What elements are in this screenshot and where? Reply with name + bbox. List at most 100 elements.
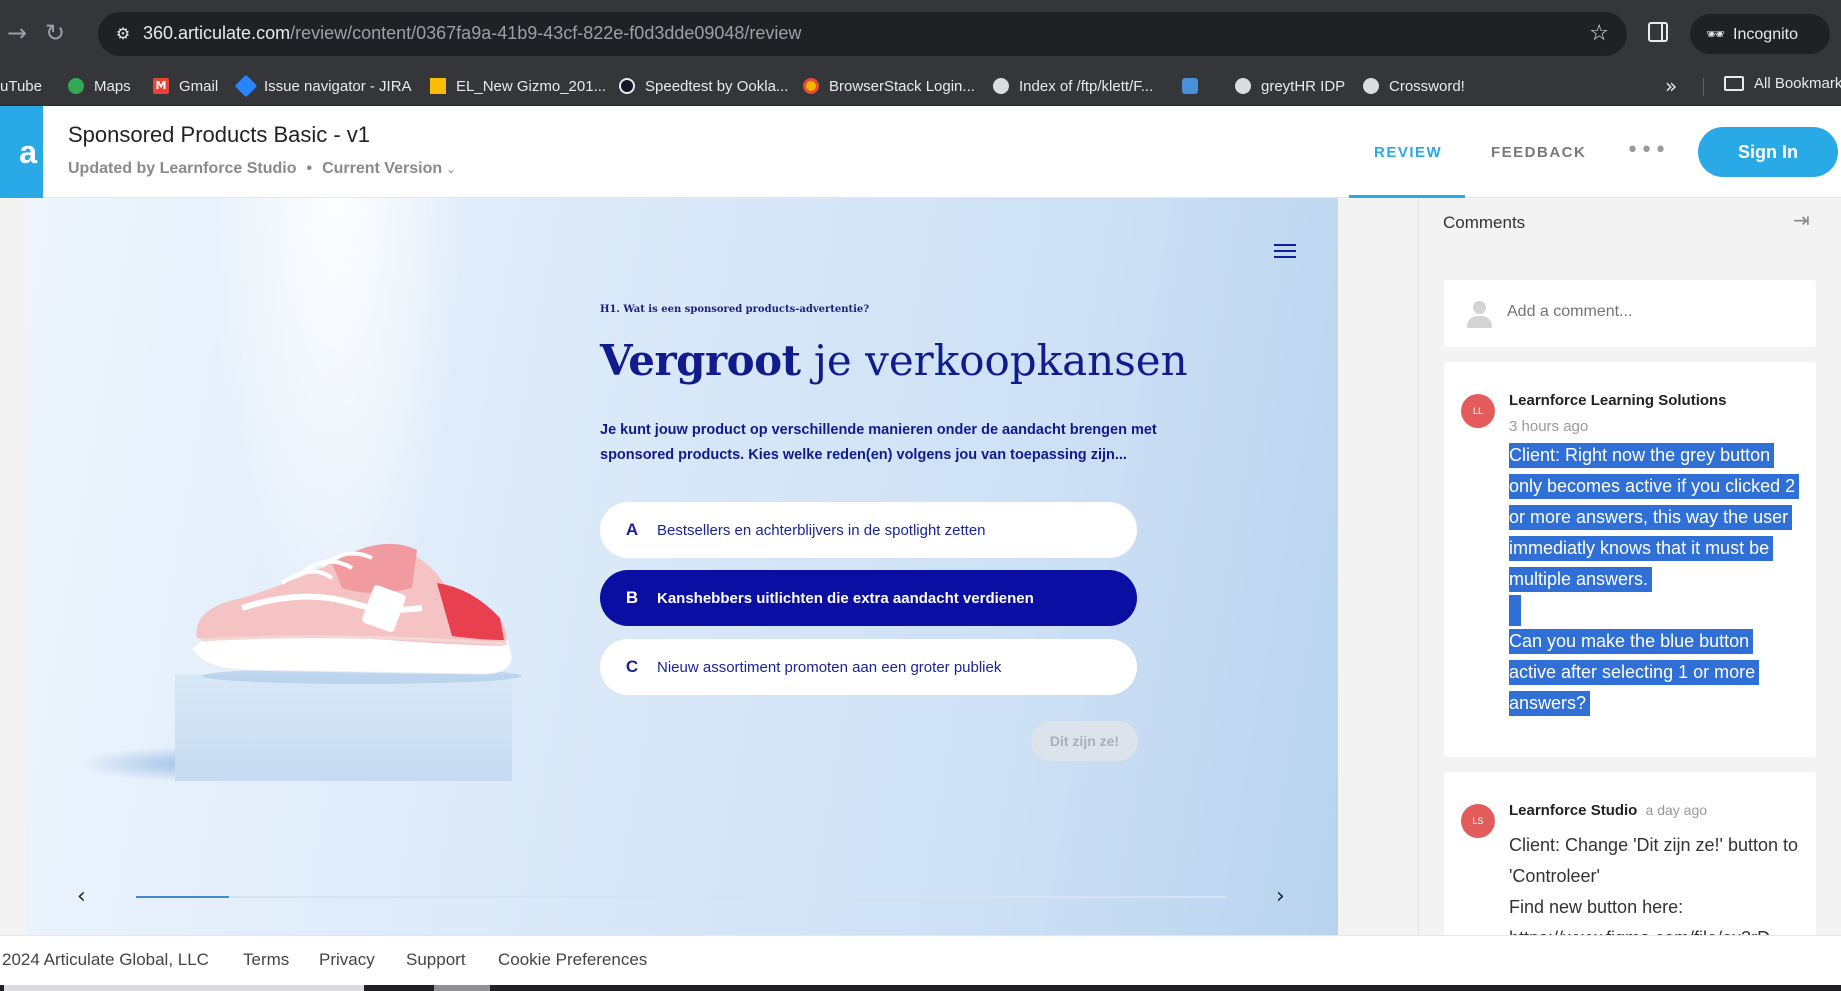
comment-author: Learnforce Learning Solutions — [1509, 392, 1727, 409]
cookie-preferences-link[interactable]: Cookie Preferences — [498, 950, 647, 970]
app-header: a Sponsored Products Basic - v1 Updated … — [0, 106, 1841, 198]
title-bold: Vergroot — [600, 336, 801, 385]
pedestal-box — [175, 673, 512, 781]
globe-icon — [993, 78, 1009, 94]
submit-button[interactable]: Dit zijn ze! — [1031, 721, 1138, 761]
support-link[interactable]: Support — [406, 950, 466, 970]
globe-icon — [1363, 78, 1379, 94]
bookmark-label: Issue navigator - JIRA — [264, 77, 412, 95]
add-comment-box[interactable] — [1444, 280, 1816, 347]
slide-stage: H1. Wat is een sponsored products-advert… — [0, 198, 1418, 935]
comment-author-line: Learnforce Studio a day ago — [1509, 802, 1707, 819]
bookmark-label: uTube — [0, 77, 42, 95]
avatar: LL — [1461, 394, 1495, 428]
version-label: Current Version — [322, 160, 443, 177]
side-panel-icon[interactable] — [1648, 22, 1668, 42]
bookmark-ftp[interactable]: Index of /ftp/klett/F... — [993, 75, 1153, 97]
site-info-icon[interactable]: ⚙ — [110, 22, 136, 46]
slide-progress-fill — [136, 896, 229, 898]
bookmark-star-icon[interactable]: ☆ — [1589, 21, 1609, 47]
bookmark-browserstack[interactable]: BrowserStack Login... — [803, 75, 975, 97]
terms-link[interactable]: Terms — [243, 950, 289, 970]
privacy-link[interactable]: Privacy — [319, 950, 375, 970]
back-arrow-icon[interactable]: → — [2, 18, 32, 48]
bookmark-label: Index of /ftp/klett/F... — [1019, 77, 1154, 95]
incognito-label: Incognito — [1733, 26, 1798, 43]
comment-time: 3 hours ago — [1509, 418, 1589, 435]
bookmark-unnamed[interactable] — [1182, 75, 1208, 97]
bookmark-crossword[interactable]: Crossword! — [1363, 75, 1465, 97]
slide-menu-icon[interactable] — [1274, 244, 1296, 260]
more-options-icon[interactable]: ••• — [1626, 138, 1668, 163]
comments-header: Comments ⇥ — [1419, 198, 1841, 256]
updated-by: Updated by Learnforce Studio — [68, 160, 297, 177]
gmail-icon: M — [153, 78, 169, 94]
bookmark-gmail[interactable]: M Gmail — [153, 75, 218, 97]
tab-review[interactable]: REVIEW — [1374, 144, 1442, 161]
app-icon — [1182, 78, 1198, 94]
comments-panel: Comments ⇥ LL Learnforce Learning Soluti… — [1418, 198, 1841, 935]
comment-link[interactable]: https://www.figma.com/file/ex3rD — [1509, 923, 1801, 935]
bookmark-label: Gmail — [179, 77, 219, 95]
question-intro: Je kunt jouw product op verschillende ma… — [600, 422, 1157, 463]
option-text: Bestsellers en achterblijvers in de spot… — [657, 521, 986, 539]
bookmark-maps[interactable]: Maps — [68, 75, 131, 97]
horizontal-scrollbar[interactable] — [0, 985, 1841, 991]
comments-title: Comments — [1443, 213, 1526, 232]
option-text: Kanshebbers uitlichten die extra aandach… — [657, 589, 1034, 607]
browserstack-icon — [803, 78, 819, 94]
incognito-badge[interactable]: 🕶 Incognito — [1690, 14, 1830, 54]
tab-feedback[interactable]: FEEDBACK — [1491, 144, 1586, 161]
option-letter: C — [625, 657, 639, 676]
google-drive-icon — [430, 78, 446, 94]
user-avatar-icon — [1466, 301, 1492, 329]
add-comment-input[interactable] — [1507, 303, 1787, 321]
answer-option-b[interactable]: B Kanshebbers uitlichten die extra aandac… — [600, 570, 1137, 626]
comment-body[interactable]: Client: Change 'Dit zijn ze!' button to … — [1509, 830, 1801, 935]
bookmarks-overflow-icon[interactable]: » — [1665, 74, 1677, 98]
address-bar[interactable]: ⚙ 360.articulate.com/review/content/0367… — [98, 12, 1627, 56]
version-dropdown[interactable]: Current Version ⌄ — [322, 160, 456, 177]
browser-toolbar: → ↻ ⚙ 360.articulate.com/review/content/… — [0, 0, 1841, 66]
url-path: /review/content/0367fa9a-41b9-43cf-822e-… — [290, 23, 802, 43]
jira-icon — [234, 74, 258, 98]
globe-icon — [1235, 78, 1251, 94]
meta-separator: • — [306, 160, 313, 177]
bookmark-greythr[interactable]: greytHR IDP — [1235, 75, 1345, 97]
all-bookmarks-label: All Bookmark — [1754, 75, 1841, 92]
incognito-icon: 🕶 — [1706, 25, 1726, 43]
slide-progress-bar[interactable] — [136, 896, 1226, 898]
articulate-logo[interactable]: a — [0, 106, 43, 198]
browser-window: → ↻ ⚙ 360.articulate.com/review/content/… — [0, 0, 1841, 991]
title-light: je verkoopkansen — [813, 336, 1188, 385]
answer-option-a[interactable]: A Bestsellers en achterblijvers in de spo… — [600, 502, 1137, 558]
speedtest-icon — [619, 78, 635, 94]
bookmark-speedtest[interactable]: Speedtest by Ookla... — [619, 75, 788, 97]
comment-body[interactable]: Client: Right now the grey button only b… — [1509, 440, 1801, 719]
bookmark-youtube[interactable]: uTube — [0, 75, 42, 97]
next-slide-icon[interactable]: › — [1276, 884, 1285, 909]
bookmark-label: BrowserStack Login... — [829, 77, 975, 95]
comment-line: Client: Change 'Dit zijn ze!' button to … — [1509, 835, 1799, 886]
previous-slide-icon[interactable]: ‹ — [77, 884, 86, 909]
bookmark-label: greytHR IDP — [1261, 77, 1346, 95]
bookmark-label: Crossword! — [1389, 77, 1465, 95]
comment-author: Learnforce Studio — [1509, 802, 1638, 819]
sign-in-button[interactable]: Sign In — [1698, 127, 1838, 177]
collapse-panel-icon[interactable]: ⇥ — [1793, 208, 1810, 232]
bookmark-jira[interactable]: Issue navigator - JIRA — [234, 74, 412, 98]
sneaker-image — [191, 543, 522, 684]
reload-icon[interactable]: ↻ — [40, 18, 70, 48]
option-text: Nieuw assortiment promoten aan een grote… — [657, 658, 1002, 676]
comment-line: Find new button here: — [1509, 897, 1684, 917]
comment-card: LL Learnforce Learning Solutions 3 hours… — [1444, 362, 1816, 757]
answer-option-c[interactable]: C Nieuw assortiment promoten aan een grot… — [600, 639, 1137, 695]
question-eyebrow: H1. Wat is een sponsored products-advert… — [600, 304, 870, 315]
chevron-down-icon: ⌄ — [446, 162, 457, 176]
bookmark-gizmo[interactable]: EL_New Gizmo_201... — [430, 75, 606, 97]
comment-paragraph: Can you make the blue button active afte… — [1509, 629, 1760, 716]
comment-paragraph: Client: Right now the grey button only b… — [1509, 443, 1800, 592]
all-bookmarks[interactable]: All Bookmark — [1724, 75, 1841, 92]
url-text[interactable]: 360.articulate.com/review/content/0367fa… — [143, 23, 801, 44]
bookmarks-divider — [1703, 78, 1704, 96]
